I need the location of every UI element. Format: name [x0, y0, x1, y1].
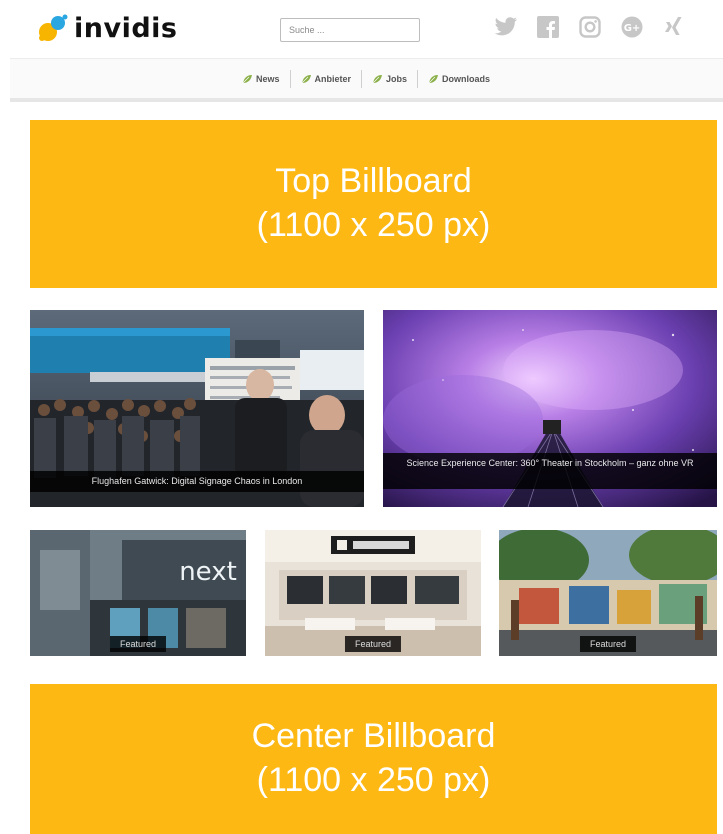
billboard-title: Center Billboard: [251, 717, 496, 756]
nav-item-label: Jobs: [386, 74, 408, 84]
nav-item-label: Anbieter: [314, 74, 352, 84]
top-billboard-ad[interactable]: Top Billboard (1100 x 250 px): [30, 120, 717, 288]
featured-article-tile[interactable]: Flughafen Gatwick: Digital Signage Chaos…: [30, 310, 364, 507]
leaf-icon: [372, 75, 383, 84]
logo-mark-icon: [36, 10, 72, 46]
search-placeholder: Suche ...: [289, 25, 325, 35]
featured-small-tile[interactable]: Featured: [265, 530, 481, 656]
featured-article-tile[interactable]: Science Experience Center: 360° Theater …: [383, 310, 717, 507]
xing-icon[interactable]: [661, 14, 687, 40]
nav-item-label: News: [256, 74, 280, 84]
featured-badge: Featured: [344, 636, 402, 652]
article-caption[interactable]: Science Experience Center: 360° Theater …: [383, 453, 717, 489]
featured-badge: Featured: [109, 636, 167, 652]
logo[interactable]: invidis: [36, 10, 177, 46]
leaf-icon: [428, 75, 439, 84]
site-header: invidis Suche ... G+: [0, 0, 723, 58]
logo-text: invidis: [74, 12, 178, 44]
featured-badge: Featured: [579, 636, 637, 652]
featured-small-tile[interactable]: next Featured: [30, 530, 246, 656]
svg-text:next: next: [179, 557, 237, 587]
nav-menu: News Anbieter Jobs Downloads: [232, 59, 500, 99]
billboard-title: Top Billboard: [275, 162, 472, 201]
instagram-icon[interactable]: [577, 14, 603, 40]
leaf-icon: [242, 75, 252, 84]
billboard-size: (1100 x 250 px): [256, 206, 491, 244]
nav-item-news[interactable]: News: [232, 70, 291, 88]
nav-item-anbieter[interactable]: Anbieter: [291, 70, 363, 88]
svg-text:G+: G+: [624, 23, 641, 34]
main-navigation: News Anbieter Jobs Downloads: [10, 58, 723, 102]
google-plus-icon[interactable]: G+: [619, 14, 645, 40]
billboard-size: (1100 x 250 px): [256, 761, 491, 799]
article-caption[interactable]: Flughafen Gatwick: Digital Signage Chaos…: [30, 471, 364, 492]
center-billboard-ad[interactable]: Center Billboard (1100 x 250 px): [30, 684, 717, 834]
nav-item-downloads[interactable]: Downloads: [418, 70, 500, 88]
leaf-icon: [301, 75, 311, 84]
nav-item-jobs[interactable]: Jobs: [362, 70, 419, 88]
twitter-icon[interactable]: [493, 14, 519, 40]
nav-item-label: Downloads: [442, 74, 491, 84]
featured-small-tile[interactable]: Featured: [499, 530, 717, 656]
search-input[interactable]: Suche ...: [280, 18, 420, 42]
social-links: G+: [493, 14, 687, 40]
facebook-icon[interactable]: [535, 14, 561, 40]
